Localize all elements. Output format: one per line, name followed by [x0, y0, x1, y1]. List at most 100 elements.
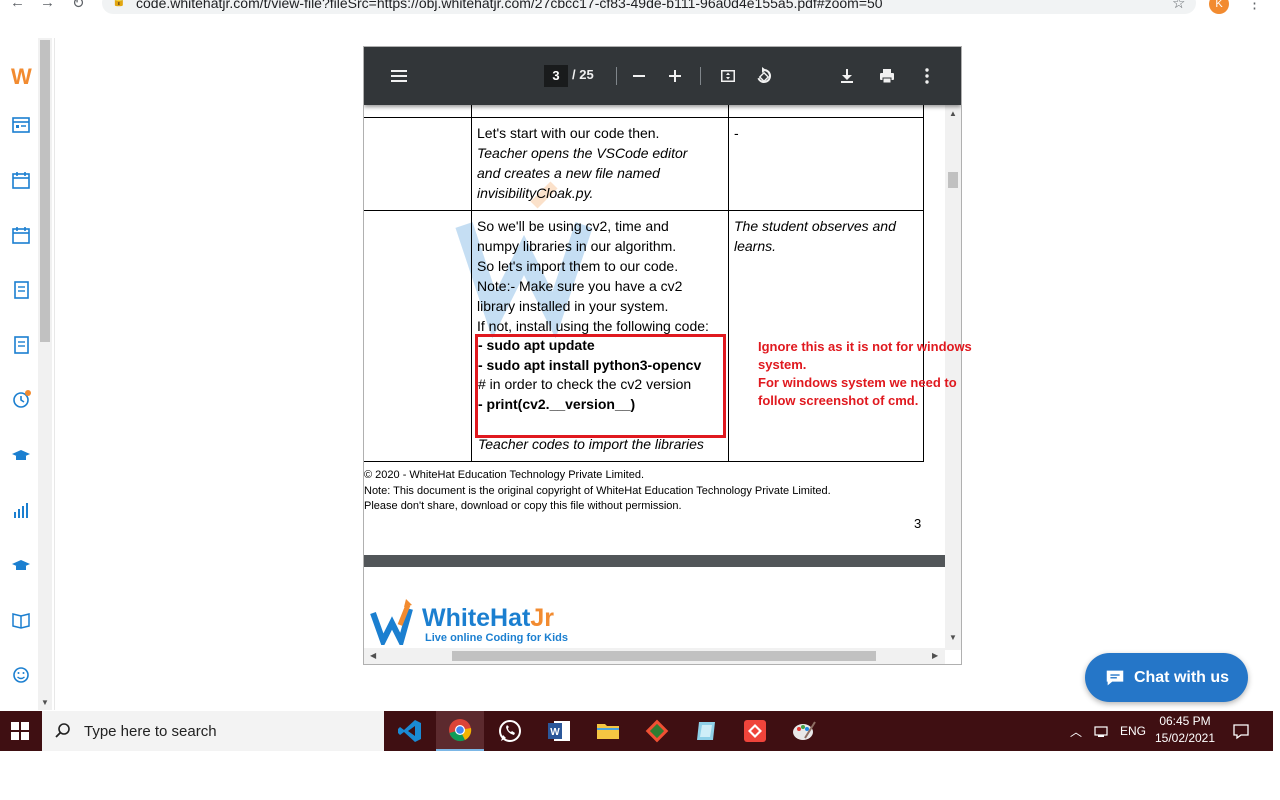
git-icon[interactable] [633, 711, 681, 751]
download-icon[interactable] [834, 63, 860, 89]
horizontal-scrollbar-thumb[interactable] [452, 651, 876, 661]
print-svg [880, 69, 894, 84]
row1-text: invisibilityCloak.py. [477, 185, 594, 201]
row1-text: Teacher opens the VSCode editor [477, 145, 688, 161]
graduation-cap-icon-svg [12, 450, 30, 460]
taskbar-search[interactable]: Type here to search [42, 711, 384, 751]
calendar-icon[interactable] [10, 169, 32, 191]
report-icon[interactable] [10, 279, 32, 301]
graduation-cap-icon-svg [12, 560, 30, 570]
profile-avatar[interactable]: K [1209, 0, 1229, 14]
whatsapp-svg [499, 720, 521, 742]
row2-text: library installed in your system. [477, 298, 669, 314]
annotation-line: follow screenshot of cmd. [758, 393, 919, 408]
row2-student: The student observes and [734, 218, 896, 234]
windows-logo-svg [11, 722, 29, 740]
sidebar-scrollbar-thumb[interactable] [40, 40, 50, 342]
vertical-scrollbar-thumb[interactable] [948, 172, 958, 188]
windows-start-icon[interactable] [0, 711, 40, 751]
address-url[interactable]: code.whitehatjr.com/t/view-file?fileSrc=… [136, 0, 883, 11]
zoom-out-svg [633, 75, 645, 77]
more-options-icon[interactable] [914, 63, 940, 89]
chrome-svg [449, 719, 472, 742]
pdf-toolbar: 3 / 25 [364, 47, 961, 105]
page-number-input[interactable]: 3 [544, 65, 568, 87]
zoom-out-icon[interactable] [626, 63, 652, 89]
git-svg [645, 719, 669, 743]
app-icon[interactable] [682, 711, 730, 751]
history-icon[interactable] [10, 389, 32, 411]
chat-with-us-button[interactable]: Chat with us [1085, 653, 1248, 702]
scroll-up-icon[interactable]: ▲ [949, 109, 957, 118]
zoom-in-icon[interactable] [662, 63, 688, 89]
page-separator [364, 555, 945, 567]
system-clock[interactable]: 06:45 PM 15/02/2021 [1150, 713, 1220, 747]
paint-svg [793, 721, 816, 740]
anydesk-svg [744, 720, 766, 742]
book-icon-svg [12, 613, 30, 629]
fit-page-icon[interactable] [715, 63, 741, 89]
windows-taskbar: Type here to search W ︿ ENG 06:45 PM 15/… [0, 711, 1273, 751]
brand-w-icon [370, 599, 413, 650]
row2-text: numpy libraries in our algorithm. [477, 238, 677, 254]
forward-icon[interactable]: → [40, 0, 55, 11]
notifications-svg [1233, 724, 1249, 740]
smiley-icon[interactable] [10, 664, 32, 686]
copyright-line: Note: This document is the original copy… [364, 485, 831, 497]
book-icon[interactable] [10, 609, 32, 631]
report-icon[interactable] [10, 334, 32, 356]
hamburger-menu-icon[interactable] [386, 63, 412, 89]
row2-text: So let's import them to our code. [477, 258, 679, 274]
toolbar-divider [700, 67, 701, 85]
network-svg [1094, 726, 1108, 737]
scroll-left-icon[interactable]: ◀ [370, 651, 376, 660]
file-explorer-icon[interactable] [584, 711, 632, 751]
download-svg [841, 69, 853, 83]
language-indicator[interactable]: ENG [1120, 711, 1146, 751]
menu-icon[interactable]: ⋮ [1247, 0, 1262, 12]
back-icon[interactable]: ← [10, 0, 25, 11]
page-total: / 25 [572, 67, 594, 82]
vscode-icon[interactable] [386, 711, 434, 751]
brand-tagline: Live online Coding for Kids [425, 632, 568, 644]
brand-accent: Jr [530, 604, 554, 632]
hamburger-svg [391, 70, 407, 82]
star-icon[interactable]: ☆ [1172, 0, 1185, 12]
scroll-down-icon[interactable]: ▼ [949, 633, 957, 642]
folder-svg [597, 724, 619, 739]
scroll-right-icon[interactable]: ▶ [932, 651, 938, 660]
whitehat-logo[interactable]: W [11, 64, 32, 90]
annotation-line: Ignore this as it is not for windows [758, 339, 972, 354]
row1-text: and creates a new file named [477, 165, 660, 181]
calendar-icon-svg [12, 172, 30, 189]
tray-chevron-icon[interactable]: ︿ [1070, 711, 1082, 751]
word-icon[interactable]: W [535, 711, 583, 751]
rotate-icon[interactable] [751, 63, 777, 89]
anydesk-icon[interactable] [731, 711, 779, 751]
chrome-icon[interactable] [436, 711, 484, 751]
row2-text: If not, install using the following code… [477, 318, 709, 334]
stats-icon-svg [14, 503, 28, 518]
copyright-line: Please don't share, download or copy thi… [364, 500, 682, 512]
search-icon [55, 723, 70, 738]
sidebar-scroll-down-icon[interactable]: ▼ [41, 698, 49, 707]
print-icon[interactable] [874, 63, 900, 89]
notifications-icon[interactable] [1232, 711, 1250, 751]
screen: ← → ↻ 🔒 code.whitehatjr.com/t/view-file?… [0, 0, 1280, 800]
row1-text: Let's start with our code then. [477, 125, 660, 141]
graduation-cap-icon[interactable] [10, 444, 32, 466]
copyright-line: © 2020 - WhiteHat Education Technology P… [364, 469, 644, 481]
svg-text:W: W [550, 727, 560, 738]
calendar-icon[interactable] [10, 224, 32, 246]
browser-toolbar: ← → ↻ 🔒 code.whitehatjr.com/t/view-file?… [0, 0, 1280, 16]
network-icon[interactable] [1094, 711, 1110, 751]
dashboard-icon[interactable] [10, 114, 32, 136]
graduation-cap-icon[interactable] [10, 554, 32, 576]
whatsapp-icon[interactable] [486, 711, 534, 751]
annotation-note: Ignore this as it is not for windows sys… [758, 338, 988, 410]
reload-icon[interactable]: ↻ [72, 0, 85, 12]
paint-icon[interactable] [780, 711, 828, 751]
table-border [471, 105, 472, 462]
calendar-icon-svg [12, 227, 30, 244]
stats-icon[interactable] [10, 499, 32, 521]
